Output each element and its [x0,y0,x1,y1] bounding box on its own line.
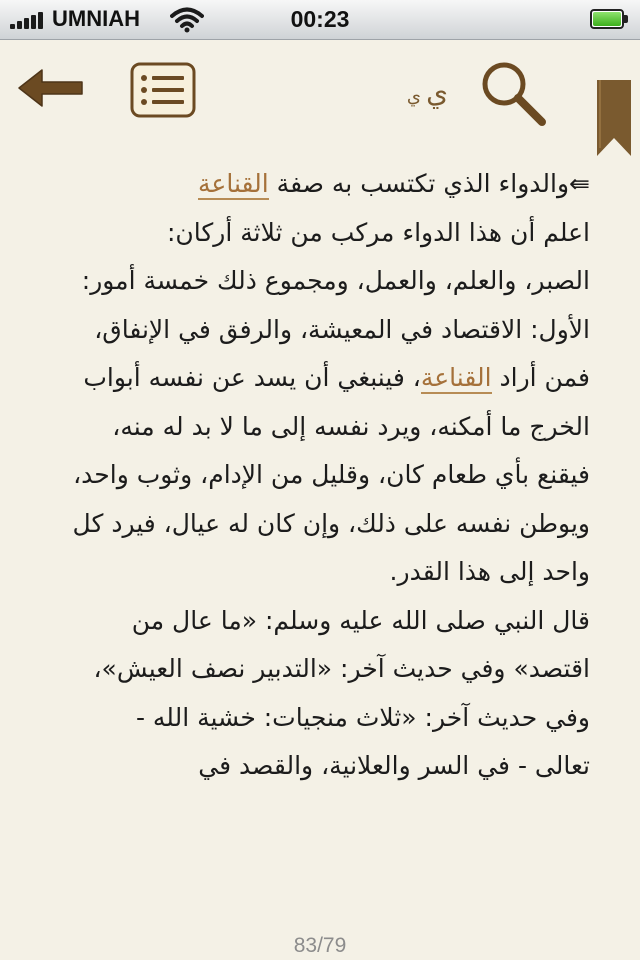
text-line: اعلم أن هذا الدواء مركب من ثلاثة أركان: [24,209,590,258]
list-icon[interactable] [130,62,196,118]
text-line: الأول: الاقتصاد في المعيشة، والرفق في ال… [24,306,590,355]
text-fragment: ⇚والدواء الذي تكتسب به صفة [268,169,590,198]
text-fragment: الخرج ما أمكنه، ويرد نفسه إلى ما لا بد ل… [112,411,590,441]
page-indicator: 83/79 [293,934,347,957]
text-fragment: الصبر، والعلم، والعمل، ومجموع ذلك خمسة أ… [81,266,590,295]
font-size-large-glyph: ي [426,76,448,109]
back-arrow-icon[interactable] [16,66,86,110]
text-fragment: اقتصد» وفي حديث آخر: «التدبير نصف العيش»… [93,654,590,683]
text-fragment: ، فينبغي أن يسد عن نفسه أبواب [83,363,421,392]
text-line: ويوطن نفسه على ذلك، وإن كان له عيال، فير… [24,500,590,549]
highlighted-term[interactable]: القناعة [420,363,492,394]
text-line: قال النبي صلى الله عليه وسلم: «ما عال من [24,597,590,646]
search-icon[interactable] [478,58,548,128]
text-line: ⇚والدواء الذي تكتسب به صفة القناعة [24,160,590,209]
text-fragment: وفي حديث آخر: «ثلاث منجيات: خشية الله - [135,702,590,732]
highlighted-term[interactable]: القناعة [198,169,269,200]
text-line: تعالى - في السر والعلانية، والقصد في [24,742,590,791]
text-fragment: ويوطن نفسه على ذلك، وإن كان له عيال، فير… [72,508,590,538]
toolbar: ي ي [0,40,640,156]
text-line: فمن أراد القناعة، فينبغي أن يسد عن نفسه … [24,354,590,403]
text-line: فيقنع بأي طعام كان، وقليل من الإدام، وثو… [24,451,590,500]
text-line: اقتصد» وفي حديث آخر: «التدبير نصف العيش»… [24,645,590,694]
text-line: الصبر، والعلم، والعمل، ومجموع ذلك خمسة أ… [24,257,590,306]
text-fragment: تعالى - في السر والعلانية، والقصد في [198,751,590,780]
font-size-button[interactable]: ي ي [388,76,448,116]
book-text: ⇚والدواء الذي تكتسب به صفة القناعة اعلم أ… [24,160,590,820]
text-fragment: فمن أراد [491,363,591,392]
text-fragment: اعلم أن هذا الدواء مركب من ثلاثة أركان: [166,217,590,247]
font-size-small-glyph: ي [406,86,421,107]
status-bar: UMNIAH 00:23 [0,0,640,40]
text-line: وفي حديث آخر: «ثلاث منجيات: خشية الله - [24,694,590,743]
text-fragment: واحد إلى هذا القدر. [389,557,590,586]
battery-icon [590,9,630,29]
bookmark-ribbon-icon[interactable] [597,80,631,156]
clock: 00:23 [290,6,350,32]
text-line: واحد إلى هذا القدر. [24,548,590,597]
text-fragment: الأول: الاقتصاد في المعيشة، والرفق في ال… [94,314,590,344]
text-line: الخرج ما أمكنه، ويرد نفسه إلى ما لا بد ل… [24,403,590,452]
text-fragment: فيقنع بأي طعام كان، وقليل من الإدام، وثو… [73,460,590,489]
text-fragment: قال النبي صلى الله عليه وسلم: «ما عال من [131,605,590,635]
